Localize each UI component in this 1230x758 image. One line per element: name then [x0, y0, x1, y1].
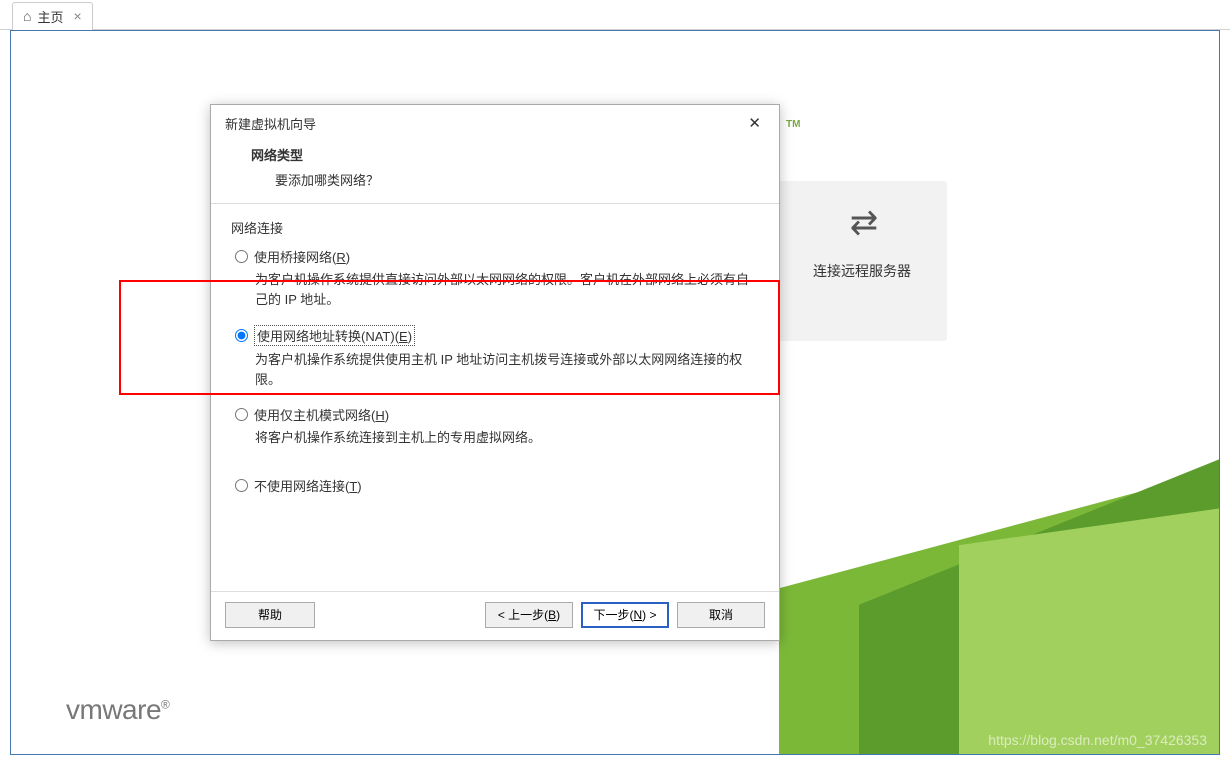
radio-nat-input[interactable]: [235, 329, 248, 342]
decoration-shape: [779, 524, 1220, 755]
swap-arrows-icon: ⇄: [850, 203, 875, 243]
back-button[interactable]: < 上一步(B): [485, 602, 573, 628]
next-button[interactable]: 下一步(N) >: [581, 602, 669, 628]
cancel-button[interactable]: 取消: [677, 602, 765, 628]
card-label: 连接远程服务器: [813, 261, 911, 281]
radio-hostonly-input[interactable]: [235, 408, 248, 421]
radio-hostonly-desc: 将客户机操作系统连接到主机上的专用虚拟网络。: [255, 428, 759, 448]
home-icon: ⌂: [23, 8, 31, 24]
radio-nat[interactable]: 使用网络地址转换(NAT)(E) 为客户机操作系统提供使用主机 IP 地址访问主…: [235, 325, 759, 389]
radio-hostonly[interactable]: 使用仅主机模式网络(H) 将客户机操作系统连接到主机上的专用虚拟网络。: [235, 405, 759, 448]
dialog-body: 网络连接 使用桥接网络(R) 为客户机操作系统提供直接访问外部以太网网络的权限。…: [211, 204, 779, 591]
radio-nat-desc: 为客户机操作系统提供使用主机 IP 地址访问主机拨号连接或外部以太网网络连接的权…: [255, 350, 759, 389]
tab-bar: ⌂ 主页 ×: [0, 0, 1230, 30]
radio-bridged-input[interactable]: [235, 250, 248, 263]
dialog-header: 网络类型 要添加哪类网络？: [211, 141, 779, 204]
radio-nat-label: 使用网络地址转换(NAT)(E): [254, 325, 415, 346]
radio-none[interactable]: 不使用网络连接(T): [235, 476, 759, 495]
tm-mark: TM: [786, 119, 800, 130]
tab-label: 主页: [37, 7, 63, 26]
vmware-logo: vmware®: [66, 694, 169, 726]
dialog-title: 新建虚拟机向导: [225, 114, 316, 133]
header-title: 网络类型: [251, 145, 739, 164]
section-label: 网络连接: [231, 218, 759, 237]
dialog-titlebar: 新建虚拟机向导 ✕: [211, 105, 779, 141]
help-button[interactable]: 帮助: [225, 602, 315, 628]
header-subtitle: 要添加哪类网络？: [275, 170, 739, 189]
radio-bridged[interactable]: 使用桥接网络(R) 为客户机操作系统提供直接访问外部以太网网络的权限。客户机在外…: [235, 247, 759, 309]
close-icon[interactable]: ×: [73, 8, 81, 24]
connect-remote-card[interactable]: ⇄ 连接远程服务器: [777, 181, 947, 341]
close-button[interactable]: ✕: [742, 112, 767, 134]
tab-home[interactable]: ⌂ 主页 ×: [12, 2, 93, 30]
radio-bridged-label: 使用桥接网络(R): [254, 247, 350, 266]
workspace: TM ⇄ 连接远程服务器 vmware® https://blog.csdn.n…: [10, 30, 1220, 755]
radio-none-input[interactable]: [235, 479, 248, 492]
radio-bridged-desc: 为客户机操作系统提供直接访问外部以太网网络的权限。客户机在外部网络上必须有自己的…: [255, 270, 759, 309]
radio-group: 使用桥接网络(R) 为客户机操作系统提供直接访问外部以太网网络的权限。客户机在外…: [231, 247, 759, 495]
wizard-dialog: 新建虚拟机向导 ✕ 网络类型 要添加哪类网络？ 网络连接 使用桥接网络(R) 为…: [210, 104, 780, 641]
dialog-footer: 帮助 < 上一步(B) 下一步(N) > 取消: [211, 591, 779, 640]
radio-none-label: 不使用网络连接(T): [254, 476, 362, 495]
radio-hostonly-label: 使用仅主机模式网络(H): [254, 405, 389, 424]
watermark: https://blog.csdn.net/m0_37426353: [988, 732, 1207, 748]
